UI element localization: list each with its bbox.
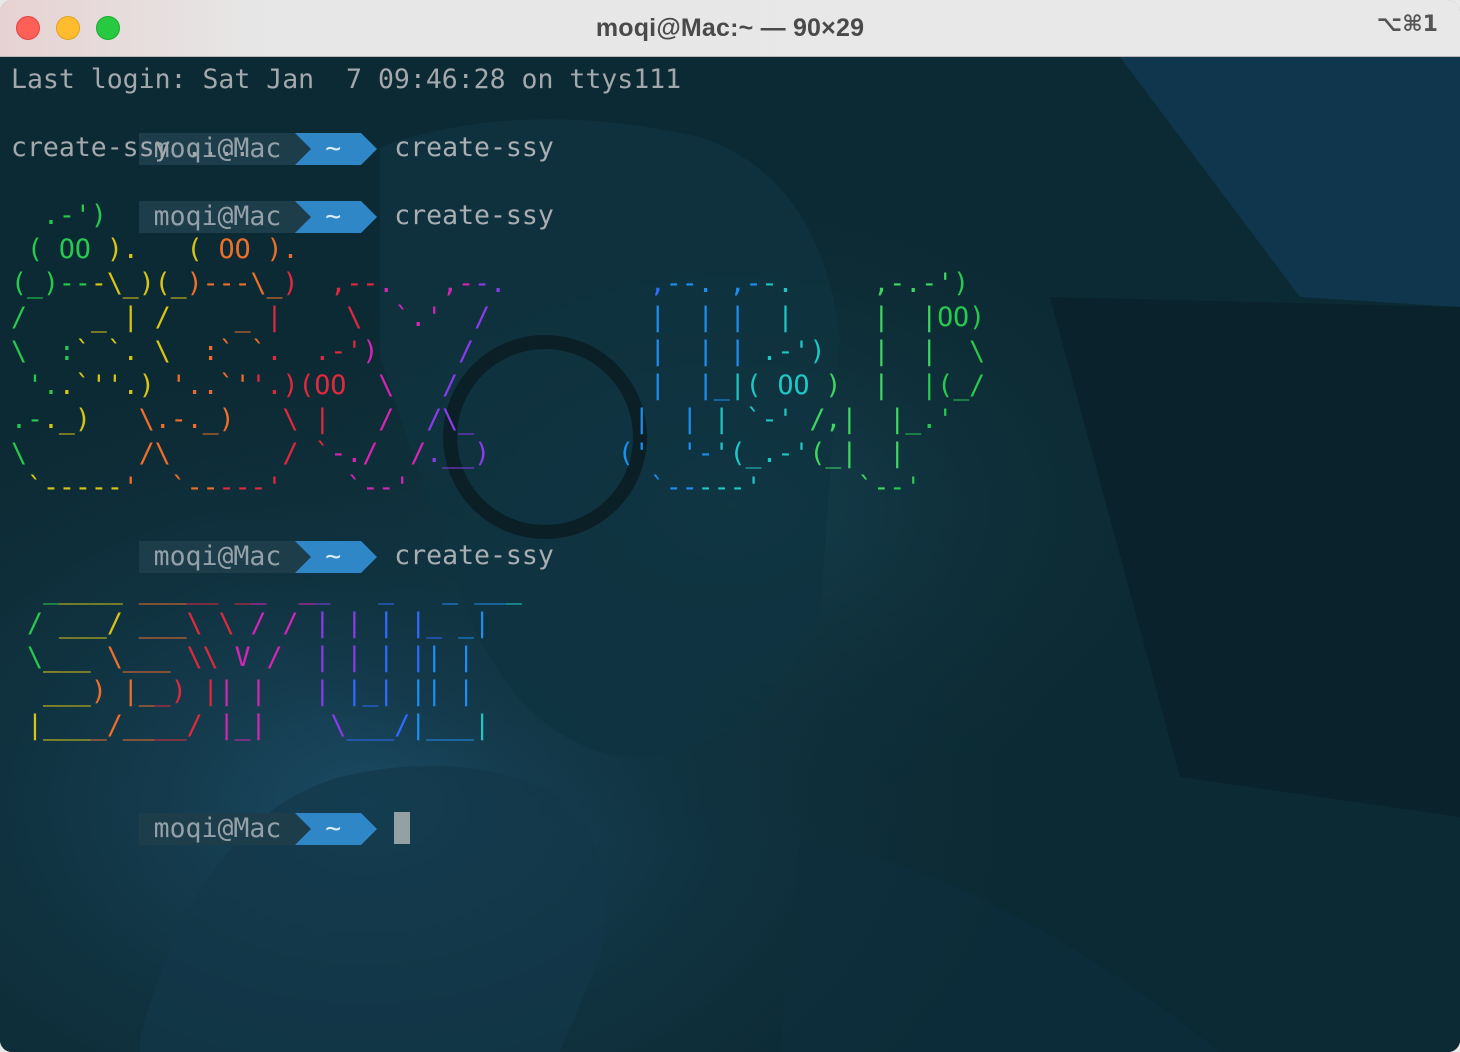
terminal-pane[interactable]: Last login: Sat Jan 7 09:46:28 on ttys11… — [0, 57, 1460, 1052]
ascii-art-line: (_)---\_)(_)---\_) ,--. ,--. ,--. ,--. ,… — [11, 268, 970, 299]
ascii-art-line: _____ _____ __ __ _ _ ___ — [42, 574, 522, 605]
terminal-window: moqi@Mac:~ — 90×29 ⌥⌘1 Last login: Sat J… — [0, 0, 1460, 1052]
prompt-line: moqi@Mac ~ create-ssy — [11, 165, 1460, 233]
prompt-dir: ~ — [295, 812, 378, 845]
prompt-user: moqi@Mac — [138, 812, 296, 845]
window-controls — [16, 16, 120, 40]
ascii-art-line: \ :` `. \ :` `. .-') / | | | .-') | | \ — [11, 336, 986, 367]
ascii-art-line: '..`''.) '..`''.)(OO \ / | |_|( OO ) | |… — [26, 370, 986, 401]
window-shortcut: ⌥⌘1 — [1376, 12, 1438, 37]
ascii-art-banner-2: _____ _____ __ __ _ _ ___ / ___/ ___\ \ … — [11, 573, 1460, 743]
ascii-art-line: ( OO ). ( OO ). — [26, 234, 299, 265]
text-cursor[interactable] — [394, 812, 411, 844]
active-prompt-line[interactable]: moqi@Mac ~ — [11, 777, 1460, 845]
title-bar[interactable]: moqi@Mac:~ — 90×29 ⌥⌘1 — [0, 0, 1460, 57]
window-title: moqi@Mac:~ — 90×29 — [595, 13, 865, 42]
minimize-button[interactable] — [56, 16, 80, 40]
ascii-art-line: \___ \___ \\ V / | | | || | — [26, 642, 475, 673]
ascii-art-line: `-----' `-----' `--' `-----' `--' — [26, 472, 922, 503]
prompt-dir: ~ — [295, 200, 378, 233]
prompt-line: moqi@Mac ~ create-ssy — [11, 97, 1460, 165]
login-line: Last login: Sat Jan 7 09:46:28 on ttys11… — [11, 64, 682, 95]
output-line: create-ssy .... — [11, 132, 251, 163]
prompt: moqi@Mac ~ — [138, 811, 378, 845]
ascii-art-line: .-._) \.-._) \ | / /\_ | | | `-' /,| |_.… — [11, 404, 954, 435]
ascii-art-line: |____/____/ |_| \___/|___| — [26, 710, 491, 741]
terminal-output: Last login: Sat Jan 7 09:46:28 on ttys11… — [11, 63, 1460, 845]
command-text: create-ssy — [394, 200, 554, 231]
prompt-user: moqi@Mac — [138, 200, 296, 233]
prompt-line: moqi@Mac ~ create-ssy — [11, 505, 1460, 573]
prompt: moqi@Mac ~ — [138, 199, 378, 233]
ascii-art-line: / ___/ ___\ \ / / | | | |_ _| — [26, 608, 491, 639]
close-button[interactable] — [16, 16, 40, 40]
maximize-button[interactable] — [96, 16, 120, 40]
ascii-art-line: \ /\ / `-./ /.__) (' '-'(_.-'(_| | — [11, 438, 906, 469]
ascii-art-banner-1: .-') .-') ( OO ). ( OO ).(_)---\_)(_)---… — [11, 199, 1460, 505]
ascii-art-line: ___) |__) || | | |_| || | — [42, 676, 475, 707]
ascii-art-line: / _ | / _ | \ `.' / | | | | | |OO) — [11, 302, 986, 333]
